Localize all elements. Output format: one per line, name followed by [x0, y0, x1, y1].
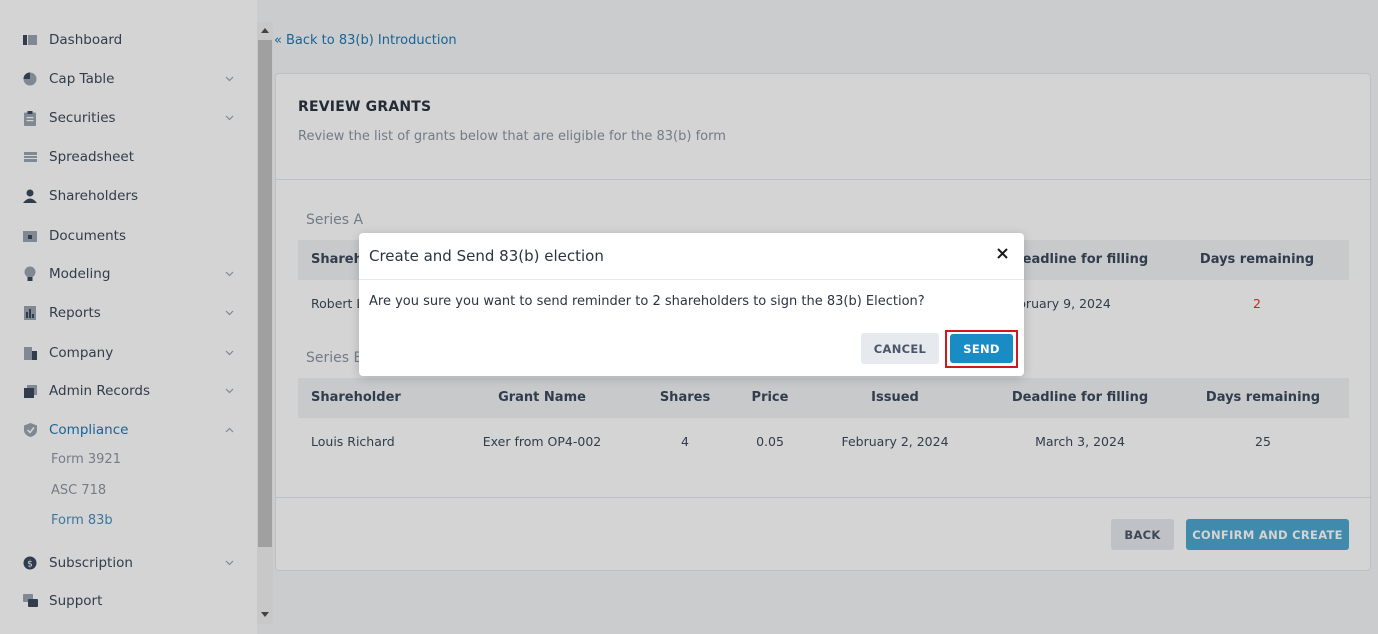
- send-83b-election-modal: Create and Send 83(b) election Are you s…: [359, 233, 1024, 376]
- close-icon[interactable]: [994, 245, 1010, 261]
- cancel-button[interactable]: CANCEL: [861, 333, 939, 364]
- modal-title: Create and Send 83(b) election: [369, 247, 604, 265]
- modal-message: Are you sure you want to send reminder t…: [369, 294, 925, 309]
- send-button[interactable]: SEND: [950, 334, 1013, 363]
- modal-divider: [359, 279, 1024, 280]
